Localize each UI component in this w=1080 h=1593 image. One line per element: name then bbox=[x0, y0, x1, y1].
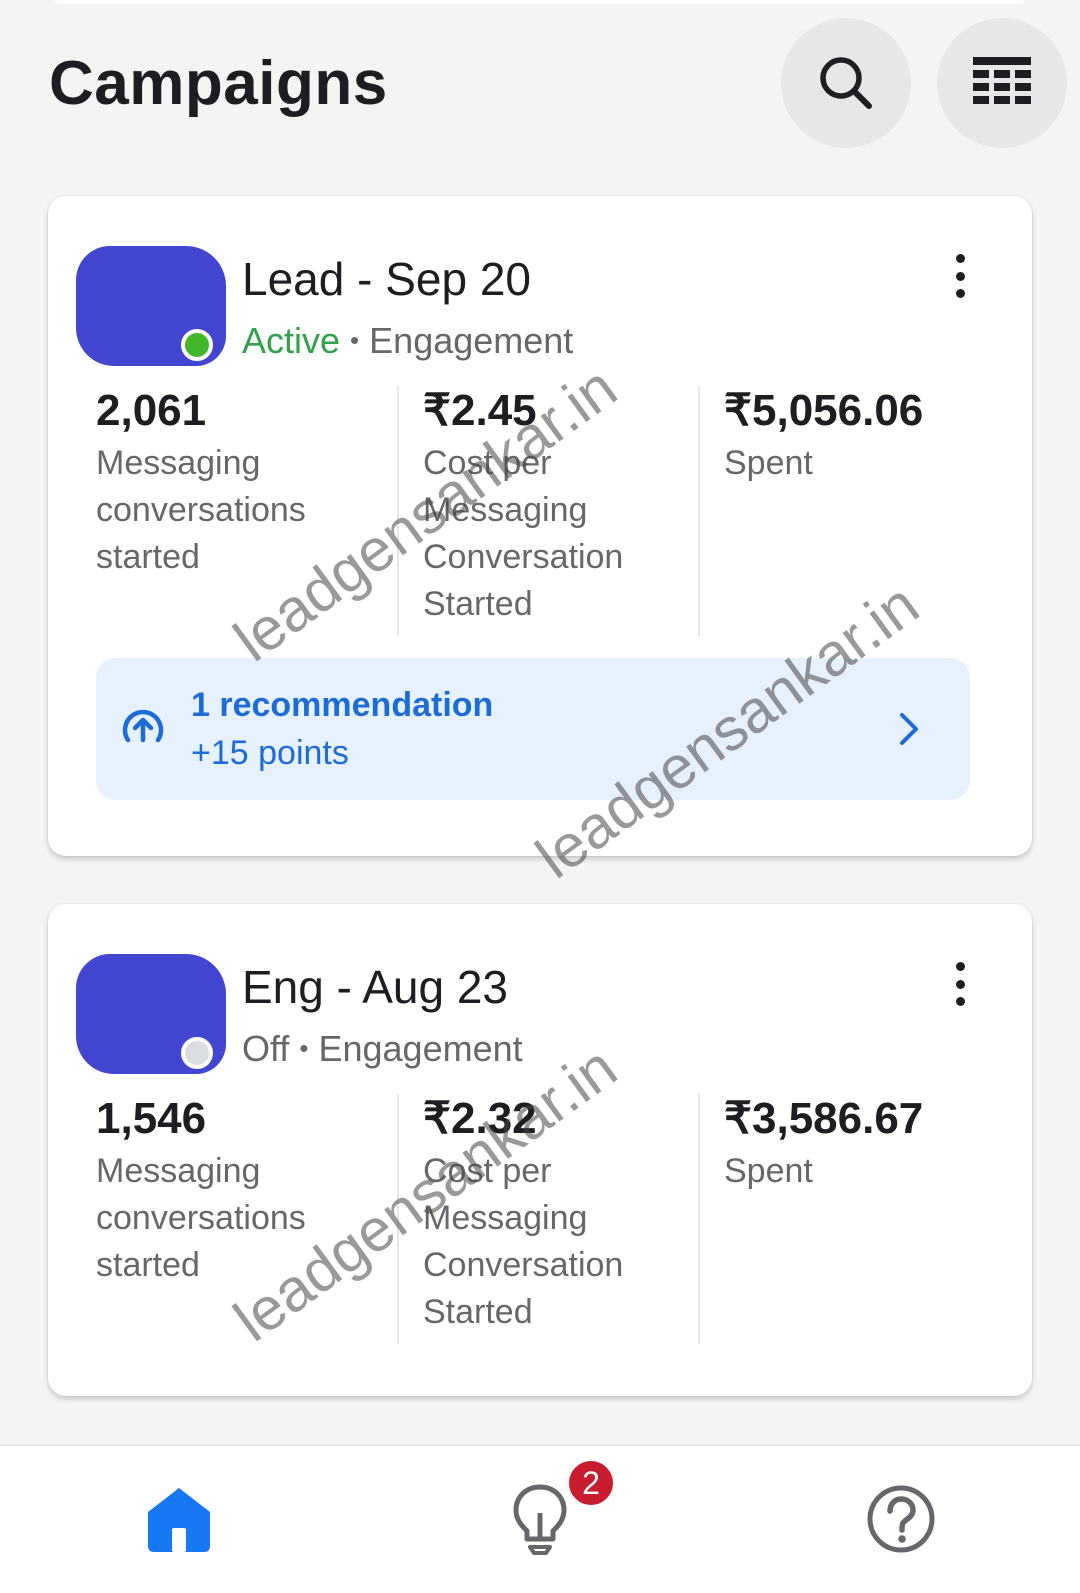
metric-label: Spent bbox=[724, 444, 813, 482]
recommendation-points: +15 points bbox=[191, 734, 349, 772]
metric-value: ₹2.45 bbox=[423, 386, 537, 435]
bottom-navigation: 2 bbox=[0, 1444, 1080, 1593]
nav-help[interactable] bbox=[856, 1474, 946, 1564]
separator-dot: • bbox=[350, 325, 360, 355]
campaign-objective: Engagement bbox=[369, 320, 574, 361]
metric-value: ₹3,586.67 bbox=[724, 1094, 924, 1143]
nav-home[interactable] bbox=[134, 1474, 224, 1564]
campaign-subtitle: Active • Engagement bbox=[242, 320, 573, 362]
metric-label: Messaging conversations started bbox=[96, 444, 306, 576]
campaign-name: Lead - Sep 20 bbox=[242, 253, 532, 305]
recommendation-banner[interactable]: 1 recommendation +15 points bbox=[96, 658, 970, 800]
more-dot bbox=[955, 271, 965, 281]
metric-label: Messaging conversations started bbox=[96, 1152, 306, 1284]
campaign-card[interactable]: Eng - Aug 23 Off • Engagement 1,546 Messag… bbox=[48, 904, 1032, 1396]
more-options-button[interactable] bbox=[948, 254, 972, 298]
metric-cost-per-result: ₹2.32 Cost per Messaging Conversation St… bbox=[397, 1094, 698, 1344]
campaign-objective: Engagement bbox=[318, 1028, 523, 1069]
chevron-right-icon bbox=[900, 713, 918, 745]
more-dot bbox=[955, 289, 965, 298]
metric-value: 1,546 bbox=[96, 1094, 207, 1143]
home-icon bbox=[148, 1488, 210, 1552]
campaigns-screen: Campaigns Lead - Sep 20 Active • Engagemen… bbox=[0, 0, 1080, 1593]
previous-card-edge bbox=[54, 0, 1024, 4]
campaign-status: Active bbox=[242, 320, 341, 361]
metric-cost-per-result: ₹2.45 Cost per Messaging Conversation St… bbox=[397, 386, 698, 636]
metric-spent: ₹5,056.06 Spent bbox=[698, 386, 999, 636]
table-view-button[interactable] bbox=[937, 18, 1067, 148]
metric-spent: ₹3,586.67 Spent bbox=[698, 1094, 999, 1344]
status-dot-active bbox=[181, 329, 213, 361]
more-dot bbox=[955, 997, 965, 1006]
metrics-row: 2,061 Messaging conversations started ₹2… bbox=[96, 386, 1000, 636]
table-view-icon bbox=[973, 57, 1031, 104]
more-dot bbox=[955, 962, 965, 971]
recommendation-title: 1 recommendation bbox=[191, 686, 494, 724]
metric-label: Cost per Messaging Conversation Started bbox=[423, 1152, 624, 1331]
search-button[interactable] bbox=[781, 18, 911, 148]
search-icon bbox=[820, 57, 872, 109]
metric-label: Cost per Messaging Conversation Started bbox=[423, 444, 624, 623]
metric-value: ₹5,056.06 bbox=[724, 386, 924, 435]
campaign-name: Eng - Aug 23 bbox=[242, 961, 508, 1013]
metric-results: 1,546 Messaging conversations started bbox=[96, 1094, 397, 1344]
metric-value: ₹2.32 bbox=[423, 1094, 537, 1143]
campaign-card[interactable]: Lead - Sep 20 Active • Engagement 2,061 Me… bbox=[48, 196, 1032, 856]
lightbulb-icon bbox=[513, 1484, 567, 1555]
metrics-row: 1,546 Messaging conversations started ₹2… bbox=[96, 1094, 1000, 1344]
status-dot-off bbox=[181, 1037, 213, 1069]
campaign-subtitle: Off • Engagement bbox=[242, 1028, 523, 1070]
more-dot bbox=[955, 979, 965, 989]
metric-value: 2,061 bbox=[96, 386, 207, 435]
metric-results: 2,061 Messaging conversations started bbox=[96, 386, 397, 636]
more-options-button[interactable] bbox=[948, 962, 972, 1006]
separator-dot: • bbox=[299, 1033, 309, 1063]
help-icon bbox=[867, 1485, 935, 1553]
notification-badge: 2 bbox=[566, 1458, 616, 1508]
arrow-up-circle-icon bbox=[122, 709, 164, 743]
more-dot bbox=[955, 254, 965, 263]
campaign-status: Off bbox=[242, 1028, 290, 1069]
page-title: Campaigns bbox=[49, 49, 388, 118]
metric-label: Spent bbox=[724, 1152, 813, 1190]
